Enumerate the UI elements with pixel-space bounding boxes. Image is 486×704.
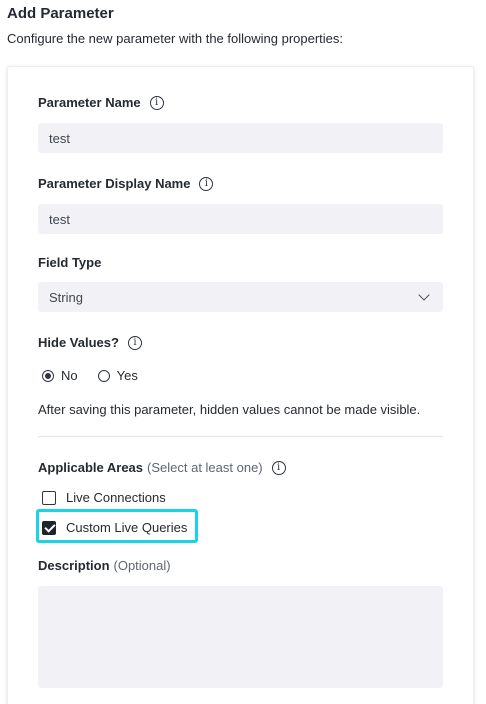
field-type-label: Field Type xyxy=(38,255,101,270)
applicable-areas-label: Applicable Areas (Select at least one) i xyxy=(38,460,286,475)
hide-values-option-no[interactable]: No xyxy=(42,368,78,383)
hide-values-note: After saving this parameter, hidden valu… xyxy=(38,402,421,417)
description-label-text: Description xyxy=(38,558,110,573)
display-name-value: test xyxy=(49,211,70,227)
display-name-input[interactable]: test xyxy=(38,204,443,234)
parameter-form-card: Parameter Name i test Parameter Display … xyxy=(7,66,474,704)
radio-yes[interactable] xyxy=(97,369,110,382)
hide-values-label-text: Hide Values? xyxy=(38,335,119,350)
display-name-label-text: Parameter Display Name xyxy=(38,176,191,191)
hide-values-radio-group: No Yes xyxy=(42,368,158,383)
hide-values-label: Hide Values? i xyxy=(38,335,142,350)
field-type-label-text: Field Type xyxy=(38,255,102,270)
info-icon[interactable]: i xyxy=(149,95,164,110)
parameter-name-label: Parameter Name i xyxy=(38,95,164,110)
hide-values-option-yes[interactable]: Yes xyxy=(97,368,138,383)
info-icon[interactable]: i xyxy=(127,335,142,350)
applicable-areas-label-text: Applicable Areas xyxy=(38,460,144,475)
field-type-select[interactable]: String xyxy=(38,282,443,312)
radio-yes-label: Yes xyxy=(116,368,138,383)
applicable-areas-hint: (Select at least one) xyxy=(147,460,263,475)
radio-no[interactable] xyxy=(42,369,54,382)
add-parameter-page: Add Parameter Configure the new paramete… xyxy=(0,0,486,704)
live-connections-option[interactable]: Live Connections xyxy=(42,490,166,505)
live-connections-label: Live Connections xyxy=(66,490,166,505)
custom-live-queries-option[interactable]: Custom Live Queries xyxy=(42,520,187,535)
parameter-name-input[interactable]: test xyxy=(38,123,443,153)
description-hint: (Optional) xyxy=(113,558,171,573)
custom-live-queries-checkbox[interactable] xyxy=(42,520,56,535)
chevron-down-icon xyxy=(418,289,430,301)
live-connections-checkbox[interactable] xyxy=(42,490,56,505)
info-icon[interactable]: i xyxy=(199,176,214,191)
description-label: Description (Optional) xyxy=(38,558,171,573)
info-icon[interactable]: i xyxy=(271,460,286,475)
custom-live-queries-label: Custom Live Queries xyxy=(66,520,188,535)
parameter-name-label-text: Parameter Name xyxy=(38,95,141,110)
field-type-selected-value: String xyxy=(49,289,83,305)
description-textarea[interactable] xyxy=(38,586,443,688)
display-name-label: Parameter Display Name i xyxy=(38,176,214,191)
page-title: Add Parameter xyxy=(7,5,114,22)
radio-no-label: No xyxy=(61,368,78,383)
parameter-name-value: test xyxy=(49,130,70,146)
section-divider xyxy=(38,436,443,437)
page-subtitle: Configure the new parameter with the fol… xyxy=(7,31,344,46)
